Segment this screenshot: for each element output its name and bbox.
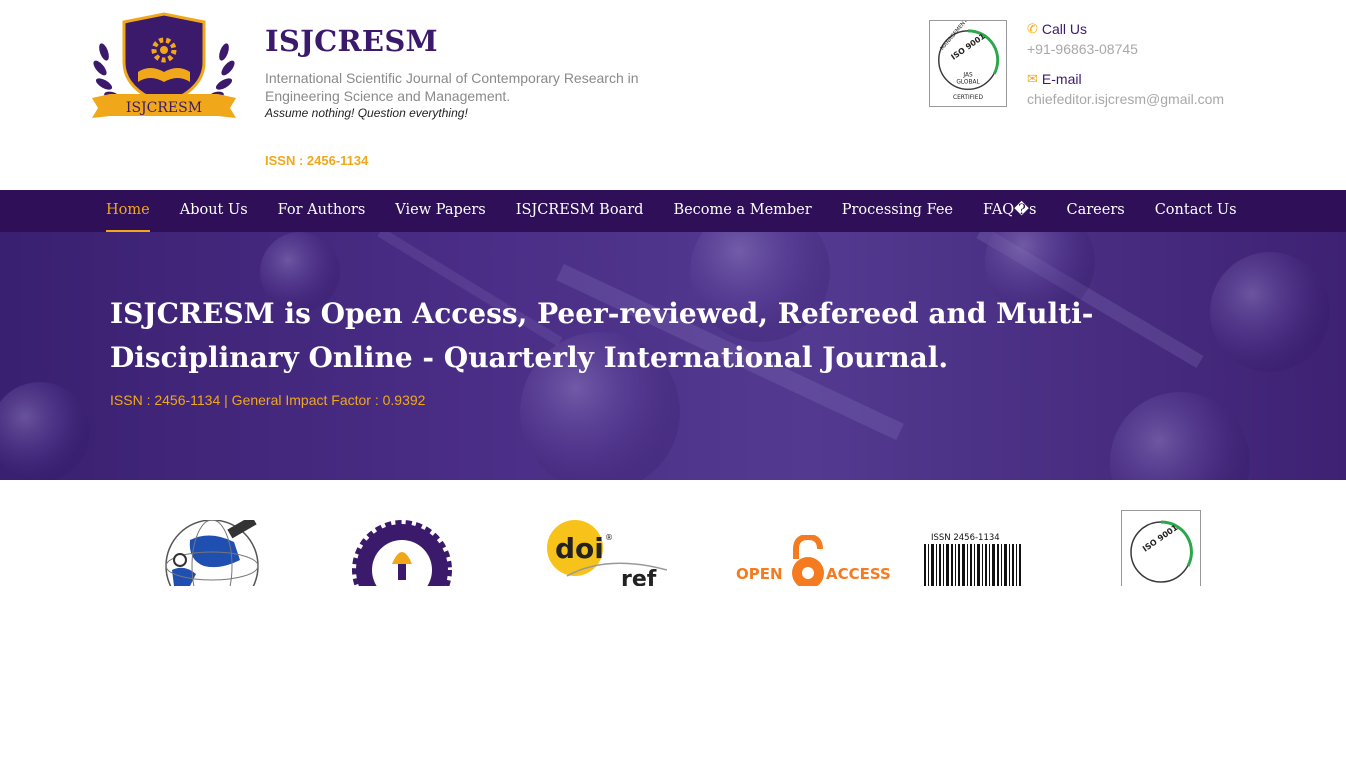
issn-barcode[interactable]: ISSN 2456-1134: [924, 530, 1022, 586]
site-title[interactable]: ISJCRESM: [265, 24, 438, 58]
nav-item-careers[interactable]: Careers: [1066, 190, 1124, 232]
nav-item-become-member[interactable]: Become a Member: [673, 190, 811, 232]
hero-banner: ISJCRESM is Open Access, Peer-reviewed, …: [0, 232, 1346, 480]
call-label: Call Us: [1041, 21, 1088, 37]
nav-item-board[interactable]: ISJCRESM Board: [516, 190, 644, 232]
site-description: International Scientific Journal of Cont…: [265, 70, 639, 104]
email-label: E-mail: [1041, 71, 1082, 87]
call-number[interactable]: +91-96863-08745: [1027, 41, 1138, 57]
main-nav: Home About Us For Authors View Papers IS…: [0, 190, 1346, 232]
journal-logo[interactable]: ISJCRESM: [90, 12, 238, 122]
iso-badge-logo[interactable]: ISO 9001: [1121, 510, 1201, 586]
iso-org-line1: JAS: [962, 73, 973, 79]
open-text: OPEN: [736, 565, 783, 583]
envelope-icon: ✉: [1027, 71, 1038, 86]
nav-item-processing-fee[interactable]: Processing Fee: [842, 190, 953, 232]
nav-item-contact-us[interactable]: Contact Us: [1155, 190, 1237, 232]
nav-item-about-us[interactable]: About Us: [180, 190, 248, 232]
partner-logos: doi ref ® OPEN ACCESS ISSN 2456-1134 ISO…: [0, 480, 1346, 781]
phone-icon: ✆: [1027, 21, 1038, 36]
contact-email: ✉ E-mail chiefeditor.isjcresm@gmail.com: [1027, 71, 1224, 107]
iso-bottom-text: CERTIFIED: [953, 95, 983, 101]
iso-certified-badge: MANAGEMENT SYSTEM ISO 9001 JAS GLOBAL CE…: [929, 20, 1007, 107]
doi-text: doi: [555, 532, 604, 565]
header-issn: ISSN : 2456-1134: [265, 153, 369, 168]
site-header: ISJCRESM ISJCRESM International Scientif…: [0, 0, 1346, 190]
barcode-text: ISSN 2456-1134: [931, 533, 1000, 543]
nav-item-view-papers[interactable]: View Papers: [395, 190, 485, 232]
nav-item-for-authors[interactable]: For Authors: [278, 190, 366, 232]
open-access-logo[interactable]: OPEN ACCESS: [734, 535, 894, 586]
globe-satellite-logo[interactable]: [160, 520, 264, 586]
site-tagline: Assume nothing! Question everything!: [265, 106, 468, 120]
svg-text:®: ®: [605, 533, 613, 542]
nav-item-home[interactable]: Home: [106, 190, 150, 232]
nav-item-faqs[interactable]: FAQ�s: [983, 190, 1036, 232]
doi-ref-logo[interactable]: doi ref ®: [547, 520, 667, 586]
access-text: ACCESS: [826, 565, 891, 583]
hero-issn-impact: ISSN : 2456-1134 | General Impact Factor…: [110, 392, 426, 408]
logo-ribbon-text: ISJCRESM: [126, 100, 202, 116]
iso-org-line2: GLOBAL: [956, 79, 980, 85]
ref-text: ref: [621, 567, 657, 586]
email-address[interactable]: chiefeditor.isjcresm@gmail.com: [1027, 91, 1224, 107]
csir-logo[interactable]: [352, 520, 452, 586]
hero-title: ISJCRESM is Open Access, Peer-reviewed, …: [110, 297, 1094, 374]
contact-call: ✆ Call Us +91-96863-08745: [1027, 21, 1138, 57]
